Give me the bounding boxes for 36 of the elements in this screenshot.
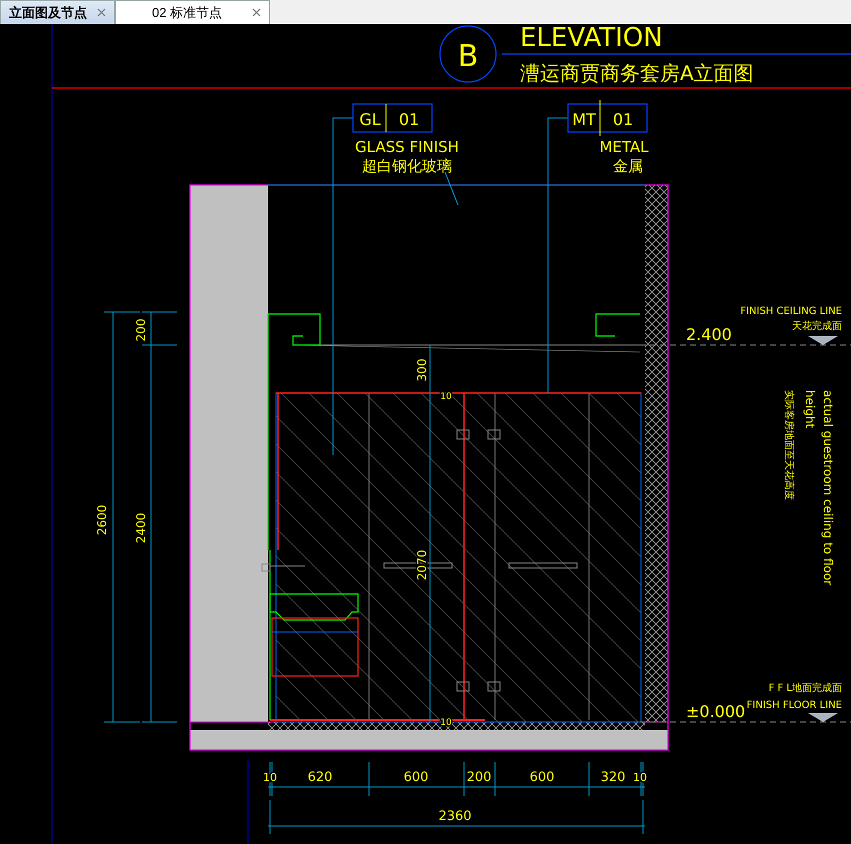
dimension-text: 2360	[438, 809, 472, 824]
ceiling-height-note: height	[803, 390, 817, 428]
dimension-text: 2070	[415, 550, 429, 580]
grid-symbol: B	[458, 39, 478, 74]
level-label: FINISH FLOOR LINE	[746, 700, 842, 711]
material-code: MT	[572, 110, 596, 129]
material-number: 01	[398, 110, 420, 129]
level-value: ±0.000	[686, 702, 746, 721]
document-tab[interactable]: 02 标准节点	[115, 0, 270, 24]
dimension-text: 10	[440, 392, 452, 402]
ceiling-height-note-cn: 实际客房地面至天花高度	[783, 390, 794, 500]
level-label: FINISH CEILING LINE	[740, 306, 842, 317]
dimension-text: 320	[600, 770, 626, 785]
close-icon[interactable]	[252, 8, 261, 17]
close-icon[interactable]	[97, 8, 106, 17]
dimension-text: 2400	[134, 512, 148, 544]
drawing-subtitle: 漕运商贾商务套房A立面图	[520, 61, 754, 85]
dimension-text: 600	[530, 770, 554, 785]
material-name: GLASS FINISH	[355, 138, 459, 156]
dimension-text: 620	[308, 770, 332, 785]
level-label-cn: 天花完成面	[792, 321, 842, 332]
material-code: GL	[359, 110, 381, 129]
document-tab[interactable]: 立面图及节点	[0, 0, 115, 24]
material-name-cn: 超白钢化玻璃	[362, 157, 452, 175]
ceiling-height-note: actual guestroom ceiling to floor	[821, 390, 835, 586]
drawing-title: ELEVATION	[520, 24, 663, 53]
level-label-cn: F F L地面完成面	[768, 683, 842, 694]
material-name: METAL	[599, 138, 649, 156]
level-value: 2.400	[686, 325, 732, 344]
dimension-text: 300	[415, 358, 429, 382]
dimension-text: 200	[134, 318, 148, 342]
dimension-text: 200	[466, 770, 492, 785]
material-name-cn: 金属	[613, 157, 643, 175]
dimension-text: 2600	[95, 504, 109, 536]
material-number: 01	[612, 110, 634, 129]
dimension-text: 600	[404, 770, 428, 785]
